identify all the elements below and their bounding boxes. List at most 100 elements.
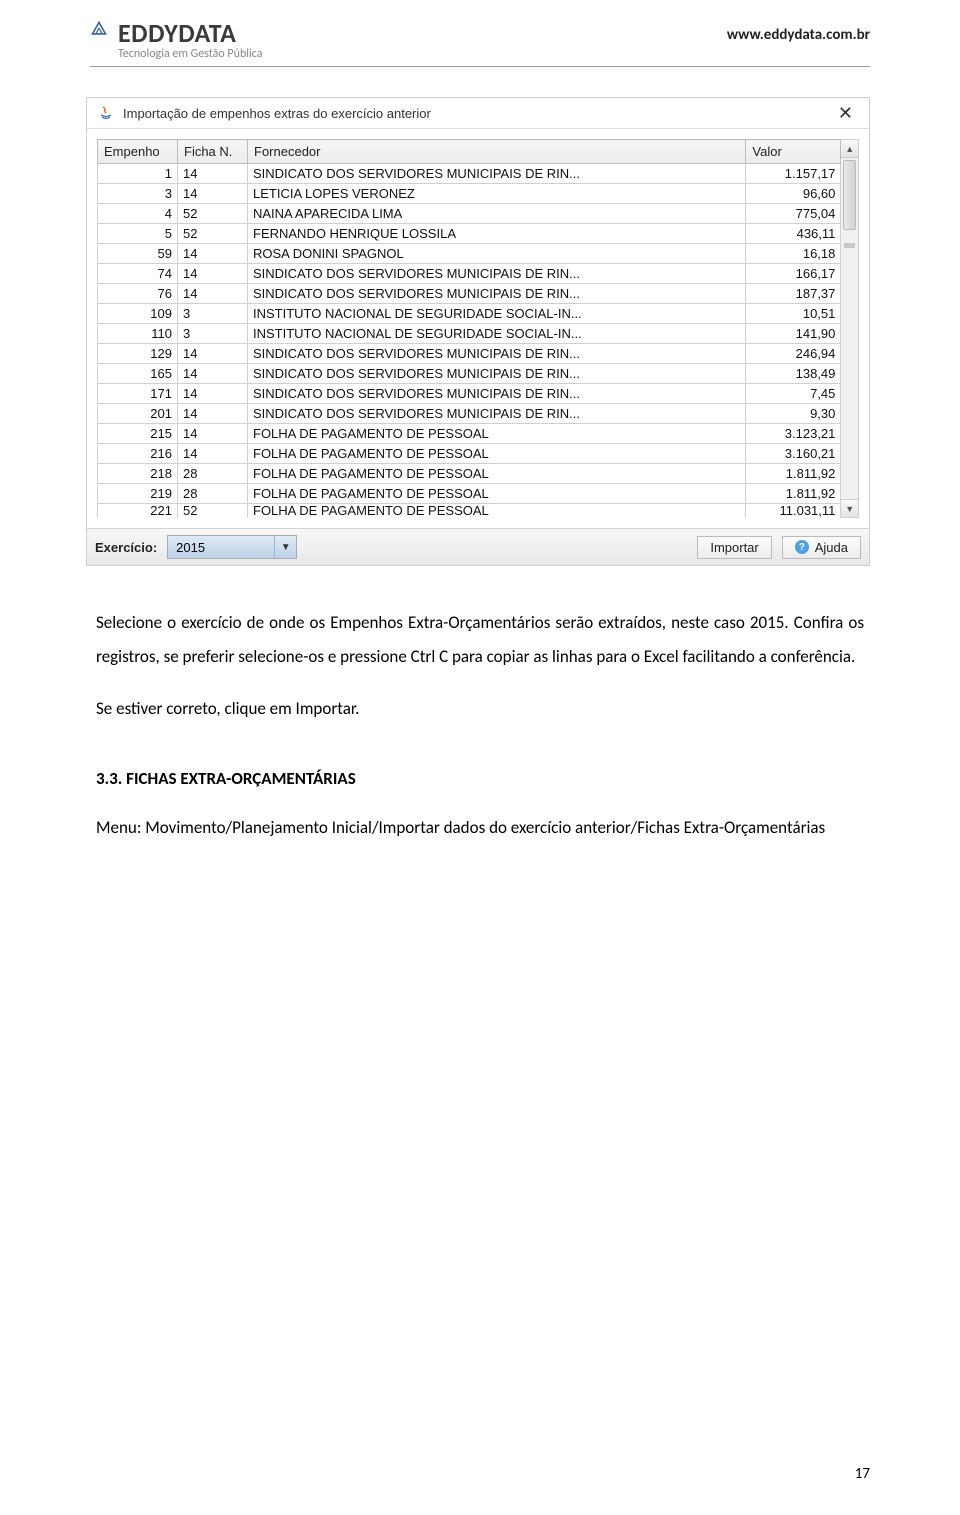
cell-valor[interactable]: 16,18 — [746, 244, 841, 264]
cell-valor[interactable]: 11.031,11 — [746, 504, 841, 519]
cell-ficha[interactable]: 28 — [178, 464, 248, 484]
cell-valor[interactable]: 1.811,92 — [746, 464, 841, 484]
vertical-scrollbar[interactable]: ▲ ▼ — [841, 139, 859, 518]
cell-ficha[interactable]: 52 — [178, 504, 248, 519]
cell-fornecedor[interactable]: ROSA DONINI SPAGNOL — [248, 244, 746, 264]
cell-valor[interactable]: 187,37 — [746, 284, 841, 304]
col-header-fornecedor[interactable]: Fornecedor — [248, 140, 746, 164]
cell-valor[interactable]: 138,49 — [746, 364, 841, 384]
cell-valor[interactable]: 775,04 — [746, 204, 841, 224]
chevron-down-icon[interactable]: ▼ — [274, 536, 296, 558]
cell-fornecedor[interactable]: FERNANDO HENRIQUE LOSSILA — [248, 224, 746, 244]
table-row[interactable]: 1093INSTITUTO NACIONAL DE SEGURIDADE SOC… — [98, 304, 841, 324]
cell-fornecedor[interactable]: FOLHA DE PAGAMENTO DE PESSOAL — [248, 484, 746, 504]
cell-empenho[interactable]: 110 — [98, 324, 178, 344]
cell-ficha[interactable]: 28 — [178, 484, 248, 504]
cell-valor[interactable]: 3.160,21 — [746, 444, 841, 464]
cell-fornecedor[interactable]: FOLHA DE PAGAMENTO DE PESSOAL — [248, 444, 746, 464]
cell-empenho[interactable]: 3 — [98, 184, 178, 204]
cell-empenho[interactable]: 215 — [98, 424, 178, 444]
exercicio-dropdown[interactable]: 2015 ▼ — [167, 535, 297, 559]
scrollbar-thumb[interactable] — [843, 160, 856, 230]
table-row[interactable]: 21928FOLHA DE PAGAMENTO DE PESSOAL1.811,… — [98, 484, 841, 504]
table-row[interactable]: 7614SINDICATO DOS SERVIDORES MUNICIPAIS … — [98, 284, 841, 304]
cell-fornecedor[interactable]: LETICIA LOPES VERONEZ — [248, 184, 746, 204]
cell-valor[interactable]: 246,94 — [746, 344, 841, 364]
cell-valor[interactable]: 141,90 — [746, 324, 841, 344]
col-header-ficha[interactable]: Ficha N. — [178, 140, 248, 164]
table-row[interactable]: 314LETICIA LOPES VERONEZ96,60 — [98, 184, 841, 204]
cell-empenho[interactable]: 76 — [98, 284, 178, 304]
cell-ficha[interactable]: 3 — [178, 324, 248, 344]
table-row[interactable]: 21614FOLHA DE PAGAMENTO DE PESSOAL3.160,… — [98, 444, 841, 464]
scroll-down-icon[interactable]: ▼ — [841, 499, 858, 517]
table-row[interactable]: 552FERNANDO HENRIQUE LOSSILA436,11 — [98, 224, 841, 244]
ajuda-button[interactable]: ? Ajuda — [782, 536, 861, 559]
cell-ficha[interactable]: 52 — [178, 224, 248, 244]
table-row[interactable]: 21514FOLHA DE PAGAMENTO DE PESSOAL3.123,… — [98, 424, 841, 444]
cell-fornecedor[interactable]: SINDICATO DOS SERVIDORES MUNICIPAIS DE R… — [248, 264, 746, 284]
cell-valor[interactable]: 9,30 — [746, 404, 841, 424]
cell-ficha[interactable]: 14 — [178, 184, 248, 204]
cell-ficha[interactable]: 3 — [178, 304, 248, 324]
cell-empenho[interactable]: 165 — [98, 364, 178, 384]
cell-empenho[interactable]: 109 — [98, 304, 178, 324]
table-row[interactable]: 1103INSTITUTO NACIONAL DE SEGURIDADE SOC… — [98, 324, 841, 344]
cell-fornecedor[interactable]: SINDICATO DOS SERVIDORES MUNICIPAIS DE R… — [248, 364, 746, 384]
cell-ficha[interactable]: 14 — [178, 384, 248, 404]
cell-valor[interactable]: 1.811,92 — [746, 484, 841, 504]
cell-empenho[interactable]: 5 — [98, 224, 178, 244]
cell-fornecedor[interactable]: SINDICATO DOS SERVIDORES MUNICIPAIS DE R… — [248, 384, 746, 404]
cell-ficha[interactable]: 14 — [178, 284, 248, 304]
table-row[interactable]: 20114SINDICATO DOS SERVIDORES MUNICIPAIS… — [98, 404, 841, 424]
cell-ficha[interactable]: 52 — [178, 204, 248, 224]
cell-fornecedor[interactable]: SINDICATO DOS SERVIDORES MUNICIPAIS DE R… — [248, 164, 746, 184]
cell-fornecedor[interactable]: INSTITUTO NACIONAL DE SEGURIDADE SOCIAL-… — [248, 324, 746, 344]
close-button[interactable]: ✕ — [832, 104, 859, 122]
table-row[interactable]: 452NAINA APARECIDA LIMA775,04 — [98, 204, 841, 224]
cell-ficha[interactable]: 14 — [178, 364, 248, 384]
cell-valor[interactable]: 166,17 — [746, 264, 841, 284]
cell-fornecedor[interactable]: FOLHA DE PAGAMENTO DE PESSOAL — [248, 424, 746, 444]
cell-empenho[interactable]: 129 — [98, 344, 178, 364]
cell-valor[interactable]: 436,11 — [746, 224, 841, 244]
cell-empenho[interactable]: 171 — [98, 384, 178, 404]
cell-empenho[interactable]: 221 — [98, 504, 178, 519]
table-row[interactable]: 5914ROSA DONINI SPAGNOL16,18 — [98, 244, 841, 264]
cell-valor[interactable]: 1.157,17 — [746, 164, 841, 184]
col-header-valor[interactable]: Valor — [746, 140, 841, 164]
importar-button[interactable]: Importar — [697, 536, 771, 559]
table-row[interactable]: 114SINDICATO DOS SERVIDORES MUNICIPAIS D… — [98, 164, 841, 184]
cell-empenho[interactable]: 201 — [98, 404, 178, 424]
cell-empenho[interactable]: 219 — [98, 484, 178, 504]
cell-ficha[interactable]: 14 — [178, 244, 248, 264]
cell-empenho[interactable]: 4 — [98, 204, 178, 224]
scroll-up-icon[interactable]: ▲ — [841, 140, 858, 158]
table-row[interactable]: 16514SINDICATO DOS SERVIDORES MUNICIPAIS… — [98, 364, 841, 384]
cell-empenho[interactable]: 1 — [98, 164, 178, 184]
cell-fornecedor[interactable]: SINDICATO DOS SERVIDORES MUNICIPAIS DE R… — [248, 284, 746, 304]
cell-valor[interactable]: 3.123,21 — [746, 424, 841, 444]
cell-valor[interactable]: 7,45 — [746, 384, 841, 404]
cell-ficha[interactable]: 14 — [178, 424, 248, 444]
cell-empenho[interactable]: 74 — [98, 264, 178, 284]
table-row[interactable]: 7414SINDICATO DOS SERVIDORES MUNICIPAIS … — [98, 264, 841, 284]
cell-valor[interactable]: 96,60 — [746, 184, 841, 204]
cell-ficha[interactable]: 14 — [178, 164, 248, 184]
cell-ficha[interactable]: 14 — [178, 444, 248, 464]
col-header-empenho[interactable]: Empenho — [98, 140, 178, 164]
cell-fornecedor[interactable]: FOLHA DE PAGAMENTO DE PESSOAL — [248, 464, 746, 484]
cell-valor[interactable]: 10,51 — [746, 304, 841, 324]
table-row[interactable]: 21828FOLHA DE PAGAMENTO DE PESSOAL1.811,… — [98, 464, 841, 484]
cell-fornecedor[interactable]: INSTITUTO NACIONAL DE SEGURIDADE SOCIAL-… — [248, 304, 746, 324]
cell-fornecedor[interactable]: SINDICATO DOS SERVIDORES MUNICIPAIS DE R… — [248, 344, 746, 364]
table-row[interactable]: 22152FOLHA DE PAGAMENTO DE PESSOAL11.031… — [98, 504, 841, 519]
data-grid[interactable]: Empenho Ficha N. Fornecedor Valor 114SIN… — [97, 139, 841, 518]
cell-ficha[interactable]: 14 — [178, 344, 248, 364]
cell-ficha[interactable]: 14 — [178, 264, 248, 284]
cell-empenho[interactable]: 218 — [98, 464, 178, 484]
cell-empenho[interactable]: 59 — [98, 244, 178, 264]
cell-fornecedor[interactable]: FOLHA DE PAGAMENTO DE PESSOAL — [248, 504, 746, 519]
cell-fornecedor[interactable]: NAINA APARECIDA LIMA — [248, 204, 746, 224]
cell-empenho[interactable]: 216 — [98, 444, 178, 464]
